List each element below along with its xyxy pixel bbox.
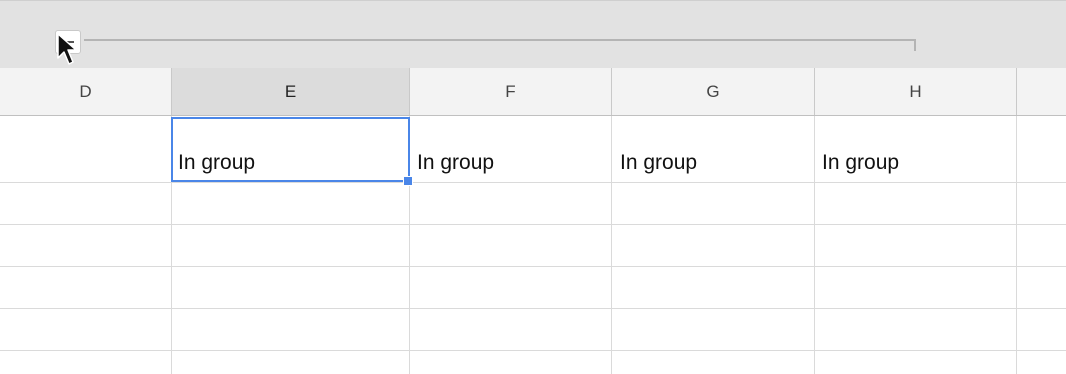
gridline (0, 308, 1066, 309)
gridline (814, 116, 815, 374)
cell-f[interactable]: In group (417, 148, 494, 178)
column-header-row: D E F G H (0, 68, 1066, 116)
gridline (0, 350, 1066, 351)
gridline (0, 224, 1066, 225)
column-group-bar (0, 0, 1066, 68)
column-header-f[interactable]: F (410, 68, 612, 115)
cell-g[interactable]: In group (620, 148, 697, 178)
gridline (0, 182, 1066, 183)
fill-handle[interactable] (403, 176, 413, 186)
active-cell-selection[interactable] (171, 117, 410, 182)
gridline (1016, 116, 1017, 374)
mouse-cursor-icon (57, 33, 77, 65)
gridline (611, 116, 612, 374)
column-header-d[interactable]: D (0, 68, 172, 115)
column-header-next[interactable] (1017, 68, 1066, 115)
column-header-h[interactable]: H (815, 68, 1017, 115)
gridline (0, 266, 1066, 267)
sheet-grid[interactable] (0, 116, 1066, 374)
cell-h[interactable]: In group (822, 148, 899, 178)
column-header-g[interactable]: G (612, 68, 815, 115)
column-header-e[interactable]: E (172, 68, 410, 115)
group-bracket (84, 39, 916, 51)
